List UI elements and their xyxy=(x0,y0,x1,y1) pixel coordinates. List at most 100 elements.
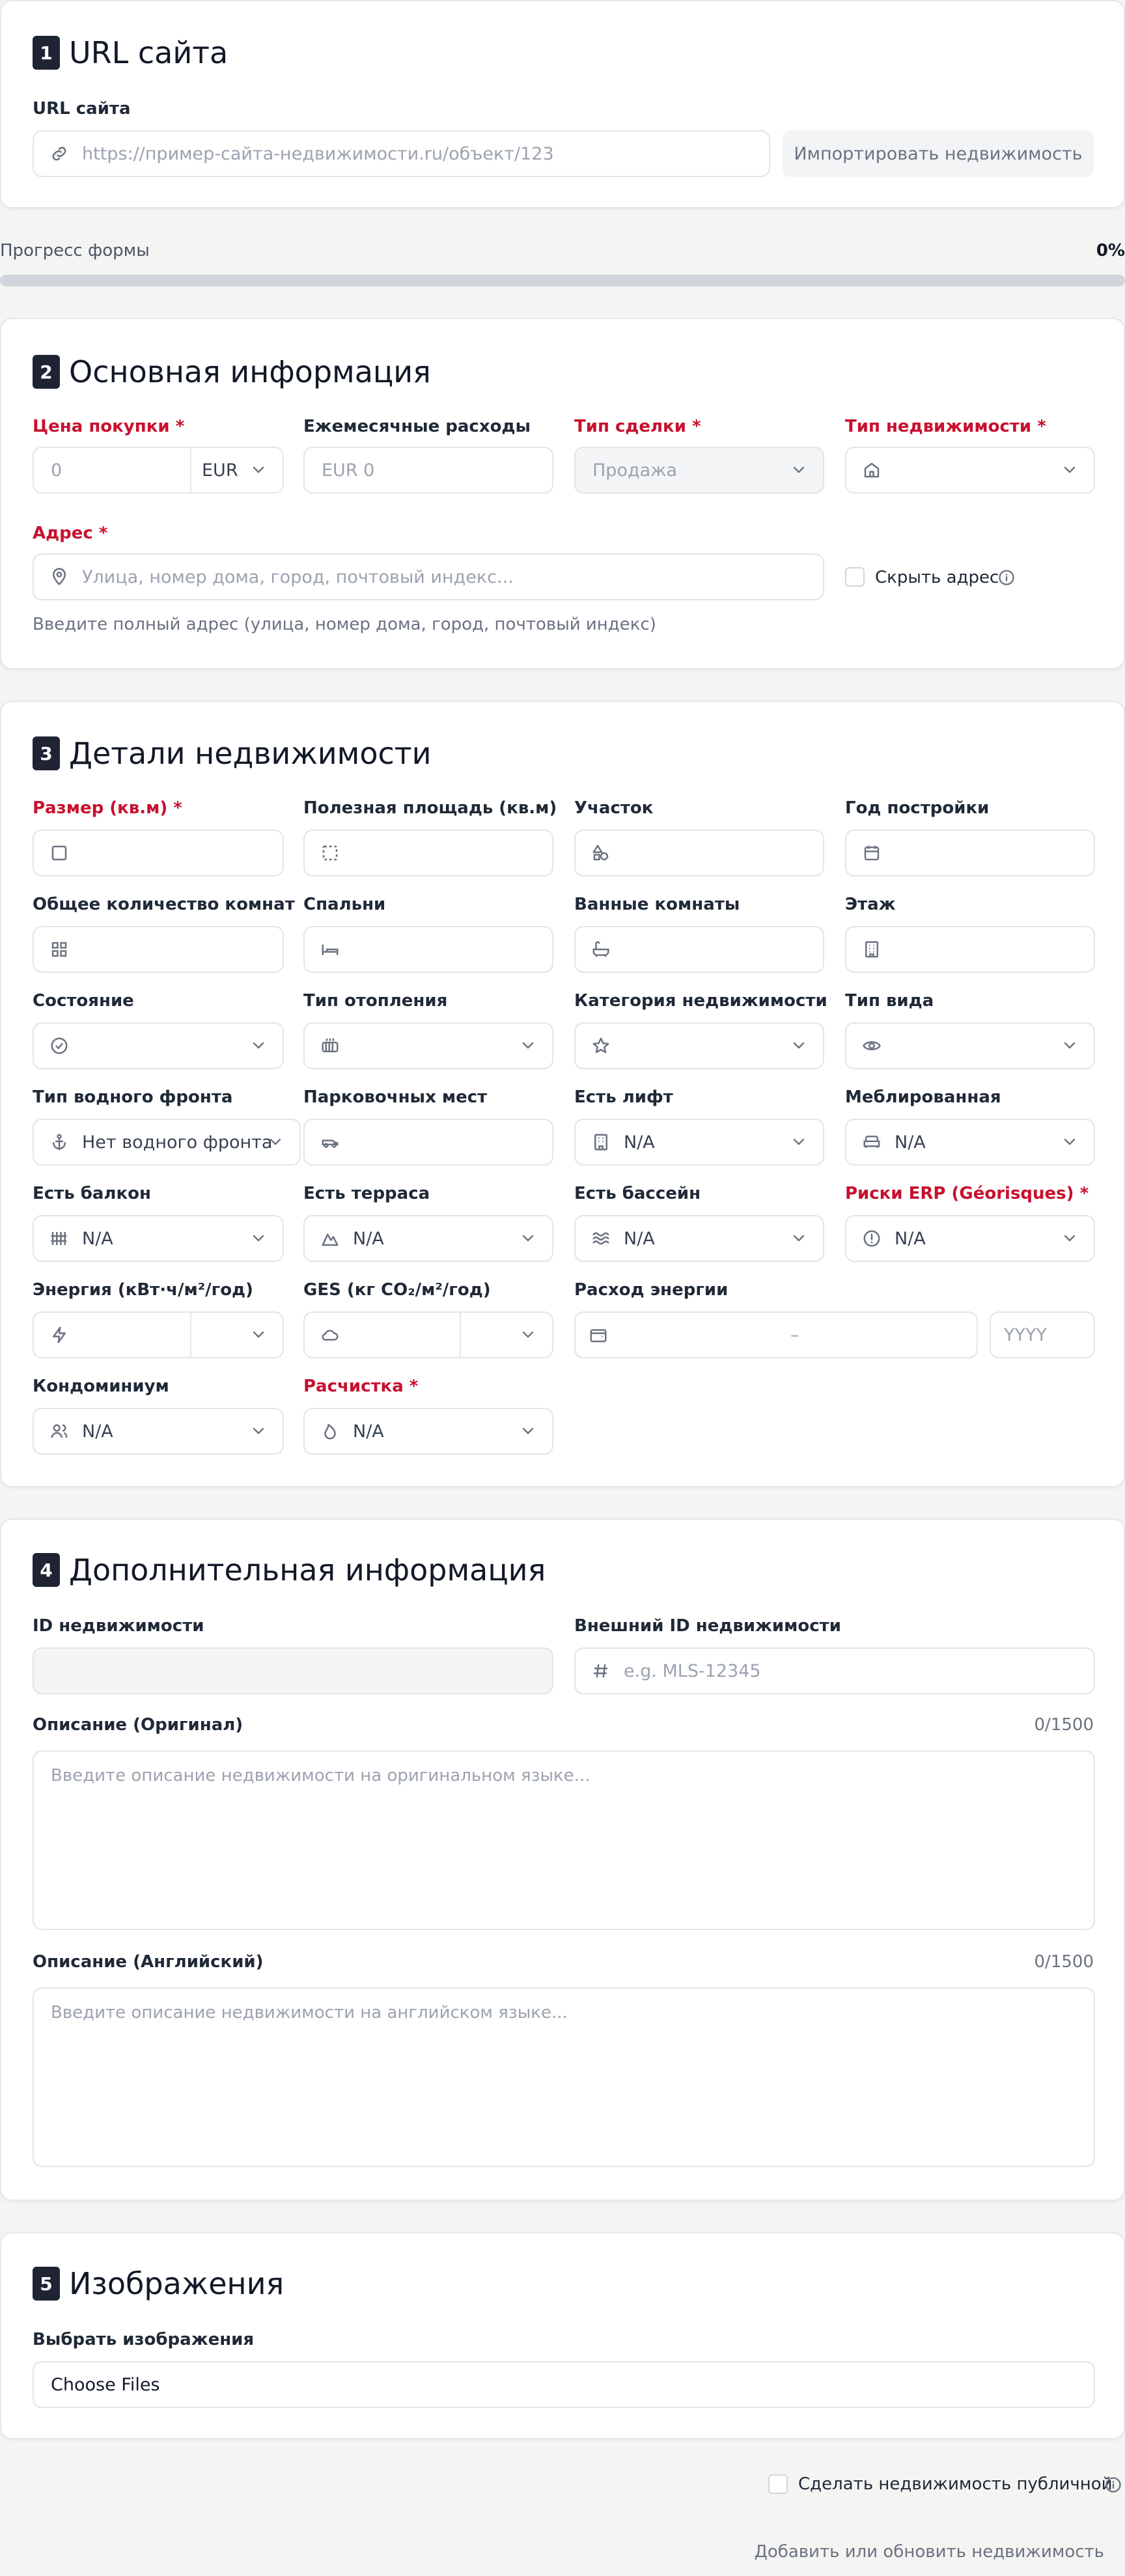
address-label: Адрес * xyxy=(33,524,108,543)
hide-address-label[interactable]: Скрыть адрес xyxy=(875,568,999,587)
view-type-label: Тип вида xyxy=(845,991,934,1011)
section-title: Дополнительная информация xyxy=(69,1552,546,1588)
chevron-down-icon xyxy=(251,465,266,475)
sofa-icon xyxy=(863,1136,880,1148)
condo-select[interactable]: N/A xyxy=(33,1408,284,1455)
chevron-down-icon xyxy=(521,1041,535,1051)
file-input[interactable]: Choose Files xyxy=(33,2361,1095,2408)
chevron-down-icon xyxy=(521,1233,535,1244)
energy-year-input[interactable]: YYYY xyxy=(990,1311,1095,1358)
divider xyxy=(190,448,191,492)
submit-button[interactable]: Добавить или обновить недвижимость xyxy=(755,2542,1104,2562)
balcony-select[interactable]: N/A xyxy=(33,1215,284,1262)
monthly-costs-input[interactable]: EUR 0 xyxy=(303,447,553,494)
year-built-input[interactable] xyxy=(845,830,1095,876)
chevron-down-icon xyxy=(792,1041,806,1051)
view-type-select[interactable] xyxy=(845,1022,1095,1069)
chevron-down-icon xyxy=(521,1426,535,1436)
erp-risks-select[interactable]: N/A xyxy=(845,1215,1095,1262)
energy-input[interactable] xyxy=(33,1311,284,1358)
parking-input[interactable] xyxy=(303,1119,553,1166)
energy-consumption-range[interactable]: – xyxy=(574,1311,978,1358)
price-label: Цена покупки * xyxy=(33,417,185,436)
pool-select[interactable]: N/A xyxy=(574,1215,824,1262)
usable-area-input[interactable] xyxy=(303,830,553,876)
make-public-label[interactable]: Сделать недвижимость публичной xyxy=(798,2474,1113,2494)
elevator-select[interactable]: N/A xyxy=(574,1119,824,1166)
star-icon xyxy=(592,1037,609,1054)
external-id-label: Внешний ID недвижимости xyxy=(574,1616,841,1636)
rooms-label: Общее количество комнат xyxy=(33,895,295,914)
price-placeholder: 0 xyxy=(51,460,62,481)
size-input[interactable] xyxy=(33,830,284,876)
section-title: Детали недвижимости xyxy=(69,736,432,771)
description-english-textarea[interactable]: Введите описание недвижимости на английс… xyxy=(33,1987,1095,2167)
condition-select[interactable] xyxy=(33,1022,284,1069)
waterfront-value: Нет водного фронта xyxy=(82,1132,273,1153)
map-pin-icon xyxy=(52,568,66,585)
building-icon xyxy=(594,1134,607,1151)
currency-select[interactable]: EUR xyxy=(202,460,238,481)
terrace-value: N/A xyxy=(353,1228,384,1249)
external-id-input[interactable]: e.g. MLS-12345 xyxy=(574,1647,1095,1694)
rooms-input[interactable] xyxy=(33,926,284,973)
section-property-details: 3 Детали недвижимости Размер (кв.м) * По… xyxy=(0,701,1125,1487)
waterfront-label: Тип водного фронта xyxy=(33,1087,233,1107)
chevron-down-icon xyxy=(1062,1041,1077,1051)
erp-risks-label: Риски ERP (Géorisques) * xyxy=(845,1184,1089,1203)
users-icon xyxy=(51,1424,68,1438)
elevator-label: Есть лифт xyxy=(574,1087,673,1107)
chevron-down-icon[interactable] xyxy=(521,1330,535,1340)
anchor-icon xyxy=(53,1134,66,1151)
alert-circle-icon xyxy=(863,1230,880,1247)
section-title: Основная информация xyxy=(69,354,431,389)
hide-address-checkbox[interactable] xyxy=(845,567,865,587)
monthly-costs-placeholder: EUR 0 xyxy=(322,460,375,481)
terrace-select[interactable]: N/A xyxy=(303,1215,553,1262)
category-select[interactable] xyxy=(574,1022,824,1069)
choose-files-button[interactable]: Choose Files xyxy=(51,2375,160,2395)
square-icon xyxy=(51,845,67,861)
ges-label: GES (кг CO₂/м²/год) xyxy=(303,1280,491,1300)
import-button[interactable]: Импортировать недвижимость xyxy=(783,130,1094,177)
waterfront-select[interactable]: Нет водного фронта xyxy=(33,1119,301,1166)
heating-select[interactable] xyxy=(303,1022,553,1069)
description-original-counter: 0/1500 xyxy=(1034,1715,1094,1735)
floor-input[interactable] xyxy=(845,926,1095,973)
bathrooms-input[interactable] xyxy=(574,926,824,973)
progress-value: 0% xyxy=(1096,241,1125,260)
check-circle-icon xyxy=(51,1037,68,1054)
property-id-input[interactable] xyxy=(33,1647,553,1694)
chevron-down-icon xyxy=(268,1137,283,1147)
chevron-down-icon xyxy=(251,1426,266,1436)
url-input[interactable]: https://пример-сайта-недвижимости.ru/объ… xyxy=(33,130,770,177)
bed-icon xyxy=(322,944,339,955)
plot-input[interactable] xyxy=(574,830,824,876)
heater-icon xyxy=(322,1038,339,1052)
progress-bar xyxy=(0,275,1125,287)
info-icon[interactable] xyxy=(997,568,1016,587)
property-type-label: Тип недвижимости * xyxy=(845,417,1046,436)
chevron-down-icon[interactable] xyxy=(251,1330,266,1340)
dashed-square-icon xyxy=(322,845,338,861)
address-input[interactable]: Улица, номер дома, город, почтовый индек… xyxy=(33,553,824,600)
furnished-select[interactable]: N/A xyxy=(845,1119,1095,1166)
section-number-badge: 1 xyxy=(33,36,60,70)
bedrooms-input[interactable] xyxy=(303,926,553,973)
section-number-badge: 4 xyxy=(33,1553,60,1587)
description-original-textarea[interactable]: Введите описание недвижимости на оригина… xyxy=(33,1750,1095,1930)
property-type-select[interactable] xyxy=(845,447,1095,494)
balcony-value: N/A xyxy=(82,1228,113,1249)
clearing-value: N/A xyxy=(353,1421,384,1442)
terrace-label: Есть терраса xyxy=(303,1184,430,1203)
price-input[interactable]: 0 EUR xyxy=(33,447,284,494)
make-public-checkbox[interactable] xyxy=(768,2474,788,2494)
ges-input[interactable] xyxy=(303,1311,553,1358)
progress-label: Прогресс формы xyxy=(0,241,150,260)
info-icon[interactable] xyxy=(1104,2476,1122,2494)
deal-type-select[interactable]: Продажа xyxy=(574,447,824,494)
url-label: URL сайта xyxy=(33,99,131,119)
clearing-select[interactable]: N/A xyxy=(303,1408,553,1455)
calendar-icon xyxy=(864,845,880,861)
wallet-icon xyxy=(590,1329,607,1343)
